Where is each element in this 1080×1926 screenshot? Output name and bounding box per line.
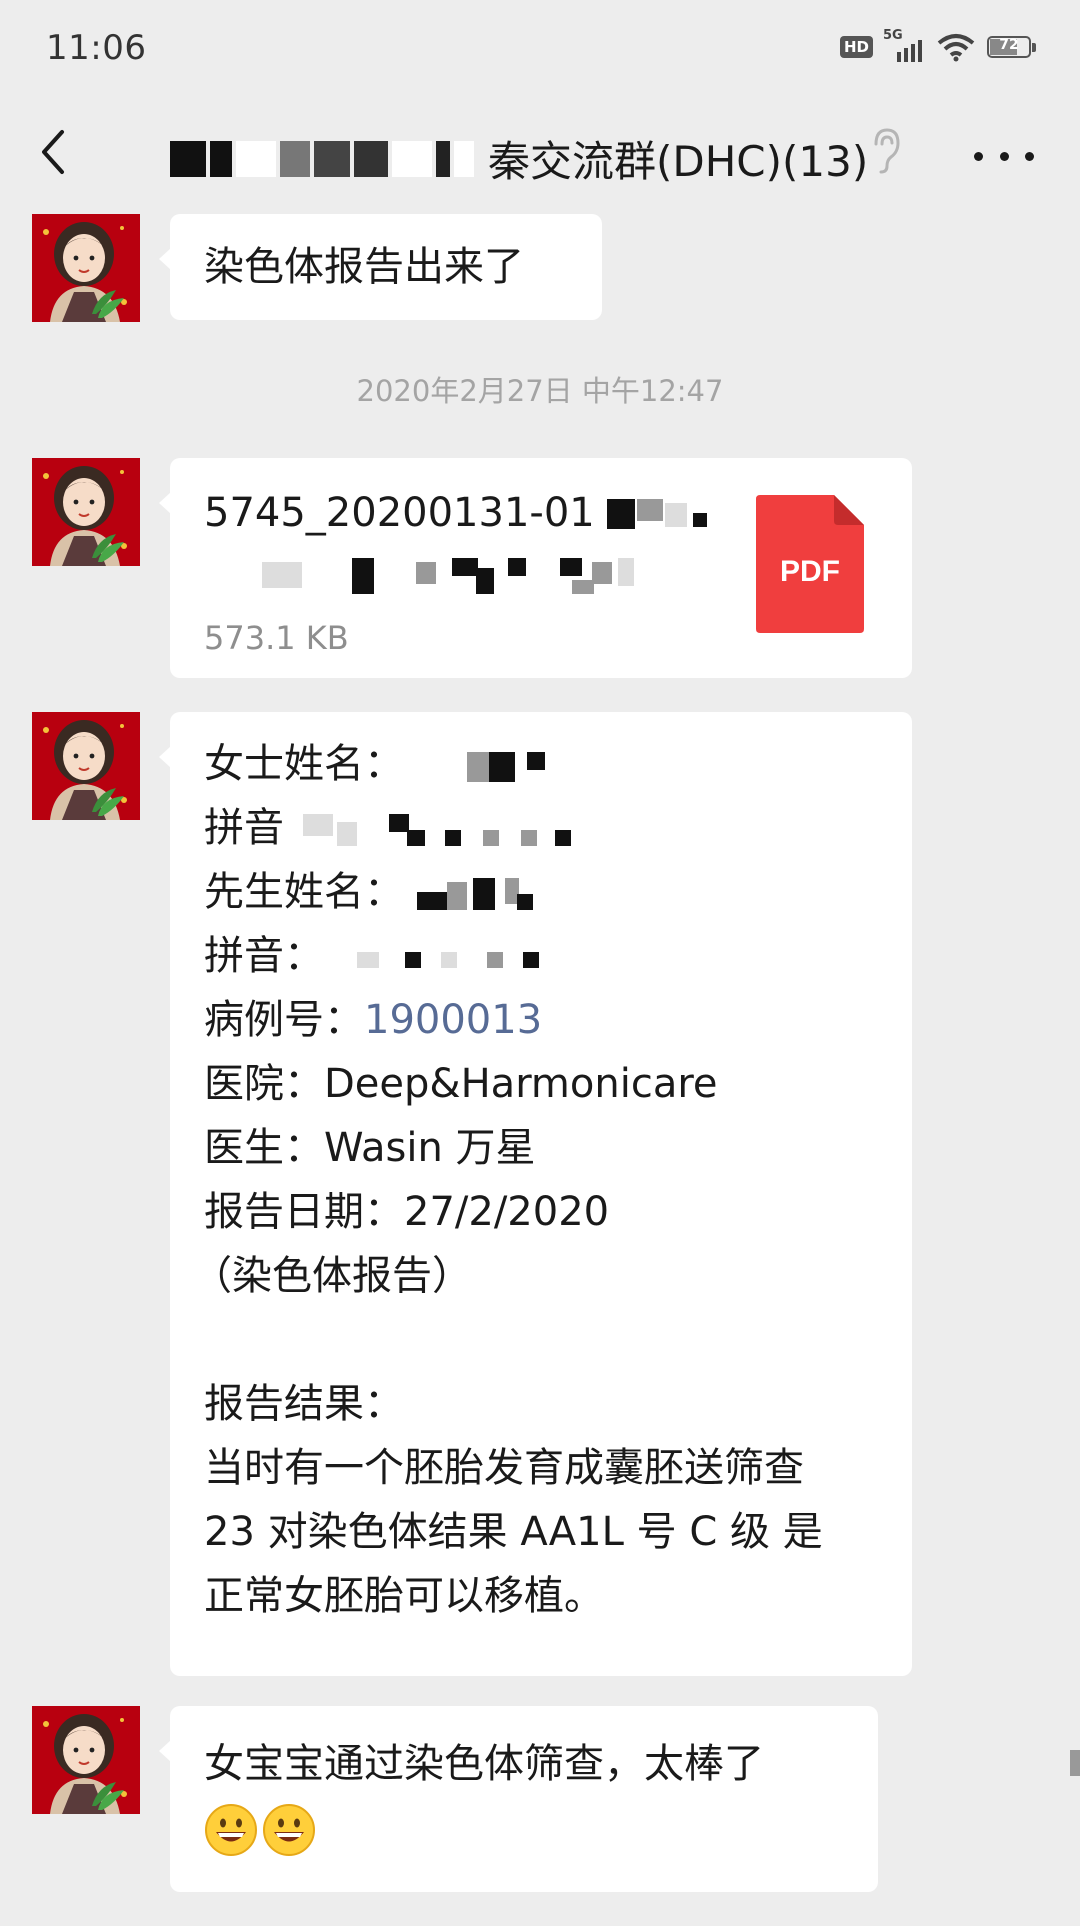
- report-line-doctor: 医生：Wasin 万星: [204, 1125, 536, 1171]
- battery-icon: 72: [987, 36, 1036, 58]
- pdf-file-icon: PDF: [756, 495, 864, 633]
- message-bubble[interactable]: 染色体报告出来了: [159, 214, 602, 320]
- avatar-illustration: [32, 1706, 140, 1814]
- report-line-type: （染色体报告）: [192, 1253, 472, 1299]
- status-bar: 11:06 HD 5G 72: [0, 0, 1080, 100]
- chat-header: 秦交流群(DHC)(13): [0, 100, 1080, 210]
- chat-title-text: 秦交流群(DHC)(13): [488, 137, 869, 186]
- report-blank-line: [204, 1308, 878, 1372]
- redaction-mosaic: [417, 750, 577, 782]
- chat-message-list[interactable]: 染色体报告出来了 2020年2月27日 中午12:47 5745_2020013…: [0, 210, 1080, 1926]
- report-line-pinyin-1: 拼音: [204, 796, 878, 860]
- scroll-indicator[interactable]: [1070, 1750, 1080, 1776]
- more-dot: [999, 151, 1009, 161]
- report-line-pinyin-2: 拼音：: [204, 924, 878, 988]
- report-line-result-label: 报告结果：: [204, 1381, 404, 1427]
- report-line-result-2: 23 对染色体结果 AA1L 号 C 级 是: [204, 1509, 823, 1555]
- hd-voice-icon: HD: [839, 36, 873, 58]
- redaction-mosaic: [607, 495, 717, 535]
- battery-level: 72: [999, 37, 1019, 53]
- more-button[interactable]: [974, 136, 1034, 176]
- pinyin-label: 拼音: [204, 805, 284, 851]
- file-message-bubble[interactable]: 5745_20200131-01 573.1 KB PDF: [159, 458, 912, 678]
- more-dot: [1025, 151, 1034, 161]
- case-number-label: 病例号：: [204, 997, 364, 1043]
- title-mosaic: [170, 137, 474, 181]
- message-bubble[interactable]: 女宝宝通过染色体筛查，太棒了: [159, 1706, 878, 1892]
- avatar-illustration: [32, 214, 140, 322]
- file-name: 5745_20200131-01: [204, 488, 717, 538]
- chat-title: 秦交流群(DHC)(13): [170, 128, 890, 189]
- message-timestamp: 2020年2月27日 中午12:47: [356, 374, 724, 408]
- sender-avatar[interactable]: [32, 1706, 140, 1814]
- report-line-hospital: 医院：Deep&Harmonicare: [204, 1061, 718, 1107]
- file-size: 573.1 KB: [204, 619, 349, 657]
- avatar-illustration: [32, 458, 140, 566]
- avatar-illustration: [32, 712, 140, 820]
- sender-avatar[interactable]: [32, 712, 140, 820]
- grinning-face-icon: [205, 1804, 257, 1856]
- case-number-link[interactable]: 1900013: [364, 997, 542, 1043]
- redaction-mosaic: [262, 558, 662, 594]
- redaction-mosaic: [297, 814, 597, 846]
- report-line-case-number: 病例号：1900013: [204, 988, 878, 1052]
- message-text: 女宝宝通过染色体筛查，太棒了: [204, 1741, 764, 1787]
- status-time: 11:06: [46, 28, 147, 68]
- report-line-male-name: 先生姓名：: [204, 860, 878, 924]
- more-dot: [974, 151, 983, 161]
- wifi-icon: [937, 34, 975, 62]
- message-text: 染色体报告出来了: [204, 244, 524, 290]
- pinyin-label: 拼音：: [204, 933, 324, 979]
- report-line-result-1: 当时有一个胚胎发育成囊胚送筛查: [204, 1445, 804, 1491]
- sender-avatar[interactable]: [32, 214, 140, 322]
- signal-5g-icon: 5G: [883, 28, 925, 62]
- ear-icon: [874, 128, 900, 174]
- status-icons: HD 5G 72: [839, 28, 1036, 62]
- report-line-female-name: 女士姓名：: [204, 732, 878, 796]
- pdf-label: PDF: [780, 555, 840, 588]
- grinning-face-icon: [263, 1804, 315, 1856]
- report-message-bubble[interactable]: 女士姓名： 拼音 先生姓名： 拼音： 病例号：1900013 医院：Deep&H…: [159, 712, 912, 1676]
- emoji-row: [204, 1796, 844, 1860]
- redaction-mosaic: [337, 942, 597, 974]
- report-line-date: 报告日期：27/2/2020: [204, 1189, 610, 1235]
- file-name-text: 5745_20200131-01: [204, 490, 595, 536]
- female-name-label: 女士姓名：: [204, 741, 404, 787]
- report-line-result-3: 正常女胚胎可以移植。: [204, 1573, 604, 1619]
- back-button[interactable]: [30, 122, 80, 182]
- redaction-mosaic: [416, 878, 577, 910]
- network-type-label: 5G: [883, 28, 903, 43]
- sender-avatar[interactable]: [32, 458, 140, 566]
- male-name-label: 先生姓名：: [204, 869, 404, 915]
